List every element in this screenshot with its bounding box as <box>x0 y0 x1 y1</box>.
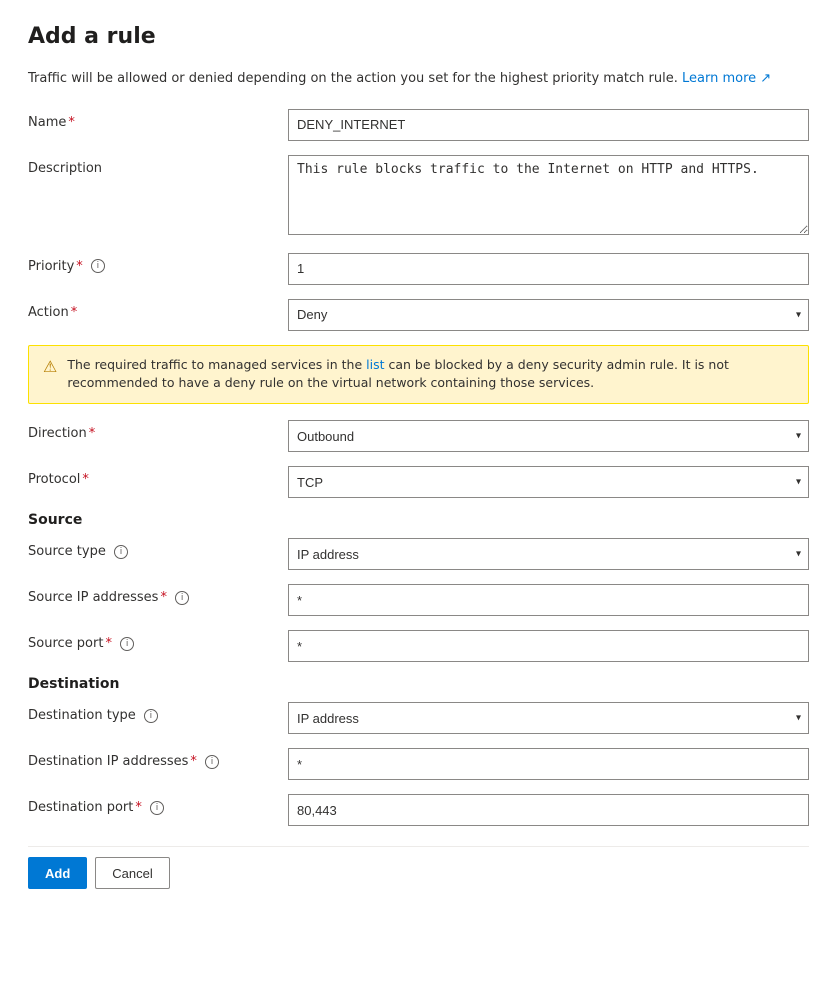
page-title: Add a rule <box>28 24 809 49</box>
source-type-info-icon[interactable]: i <box>114 545 128 559</box>
name-row: Name* <box>28 109 809 141</box>
description-label: Description <box>28 155 288 176</box>
add-button[interactable]: Add <box>28 857 87 889</box>
source-ip-row: Source IP addresses* i <box>28 584 809 616</box>
source-port-row: Source port* i <box>28 630 809 662</box>
action-control: Allow Deny Always Allow ▾ <box>288 299 809 331</box>
dest-port-info-icon[interactable]: i <box>150 801 164 815</box>
dest-ip-control <box>288 748 809 780</box>
learn-more-link[interactable]: Learn more ↗ <box>682 71 771 86</box>
description-control: This rule blocks traffic to the Internet… <box>288 155 809 239</box>
warning-box: ⚠ The required traffic to managed servic… <box>28 345 809 405</box>
dest-ip-info-icon[interactable]: i <box>205 755 219 769</box>
cancel-button[interactable]: Cancel <box>95 857 169 889</box>
dest-type-label: Destination type i <box>28 702 288 723</box>
priority-info-icon[interactable]: i <box>91 259 105 273</box>
intro-text: Traffic will be allowed or denied depend… <box>28 69 809 89</box>
source-type-control: IP address Service tag ▾ <box>288 538 809 570</box>
source-section-heading: Source <box>28 512 809 528</box>
source-type-row: Source type i IP address Service tag ▾ <box>28 538 809 570</box>
dest-port-input[interactable] <box>288 794 809 826</box>
button-row: Add Cancel <box>28 846 809 889</box>
dest-type-row: Destination type i IP address Service ta… <box>28 702 809 734</box>
name-input[interactable] <box>288 109 809 141</box>
dest-type-info-icon[interactable]: i <box>144 709 158 723</box>
action-select[interactable]: Allow Deny Always Allow <box>288 299 809 331</box>
dest-type-control: IP address Service tag ▾ <box>288 702 809 734</box>
source-ip-input[interactable] <box>288 584 809 616</box>
direction-row: Direction* Inbound Outbound ▾ <box>28 420 809 452</box>
source-port-input[interactable] <box>288 630 809 662</box>
protocol-label: Protocol* <box>28 466 288 487</box>
protocol-control: Any TCP UDP ICMP ▾ <box>288 466 809 498</box>
priority-row: Priority* i <box>28 253 809 285</box>
warning-icon: ⚠ <box>43 357 57 376</box>
priority-input[interactable] <box>288 253 809 285</box>
dest-ip-label: Destination IP addresses* i <box>28 748 288 769</box>
name-label: Name* <box>28 109 288 130</box>
warning-text: The required traffic to managed services… <box>67 356 794 394</box>
priority-label: Priority* i <box>28 253 288 274</box>
source-ip-control <box>288 584 809 616</box>
description-textarea[interactable]: This rule blocks traffic to the Internet… <box>288 155 809 235</box>
dest-port-label: Destination port* i <box>28 794 288 815</box>
source-port-info-icon[interactable]: i <box>120 637 134 651</box>
priority-control <box>288 253 809 285</box>
source-type-select[interactable]: IP address Service tag <box>288 538 809 570</box>
dest-port-control <box>288 794 809 826</box>
warning-list-link[interactable]: list <box>366 357 384 372</box>
source-ip-info-icon[interactable]: i <box>175 591 189 605</box>
dest-ip-input[interactable] <box>288 748 809 780</box>
dest-ip-row: Destination IP addresses* i <box>28 748 809 780</box>
dest-type-select[interactable]: IP address Service tag <box>288 702 809 734</box>
destination-section-heading: Destination <box>28 676 809 692</box>
source-port-label: Source port* i <box>28 630 288 651</box>
dest-port-row: Destination port* i <box>28 794 809 826</box>
action-label: Action* <box>28 299 288 320</box>
source-ip-label: Source IP addresses* i <box>28 584 288 605</box>
description-row: Description This rule blocks traffic to … <box>28 155 809 239</box>
direction-label: Direction* <box>28 420 288 441</box>
source-port-control <box>288 630 809 662</box>
name-control <box>288 109 809 141</box>
direction-control: Inbound Outbound ▾ <box>288 420 809 452</box>
protocol-select[interactable]: Any TCP UDP ICMP <box>288 466 809 498</box>
action-row: Action* Allow Deny Always Allow ▾ <box>28 299 809 331</box>
protocol-row: Protocol* Any TCP UDP ICMP ▾ <box>28 466 809 498</box>
source-type-label: Source type i <box>28 538 288 559</box>
direction-select[interactable]: Inbound Outbound <box>288 420 809 452</box>
